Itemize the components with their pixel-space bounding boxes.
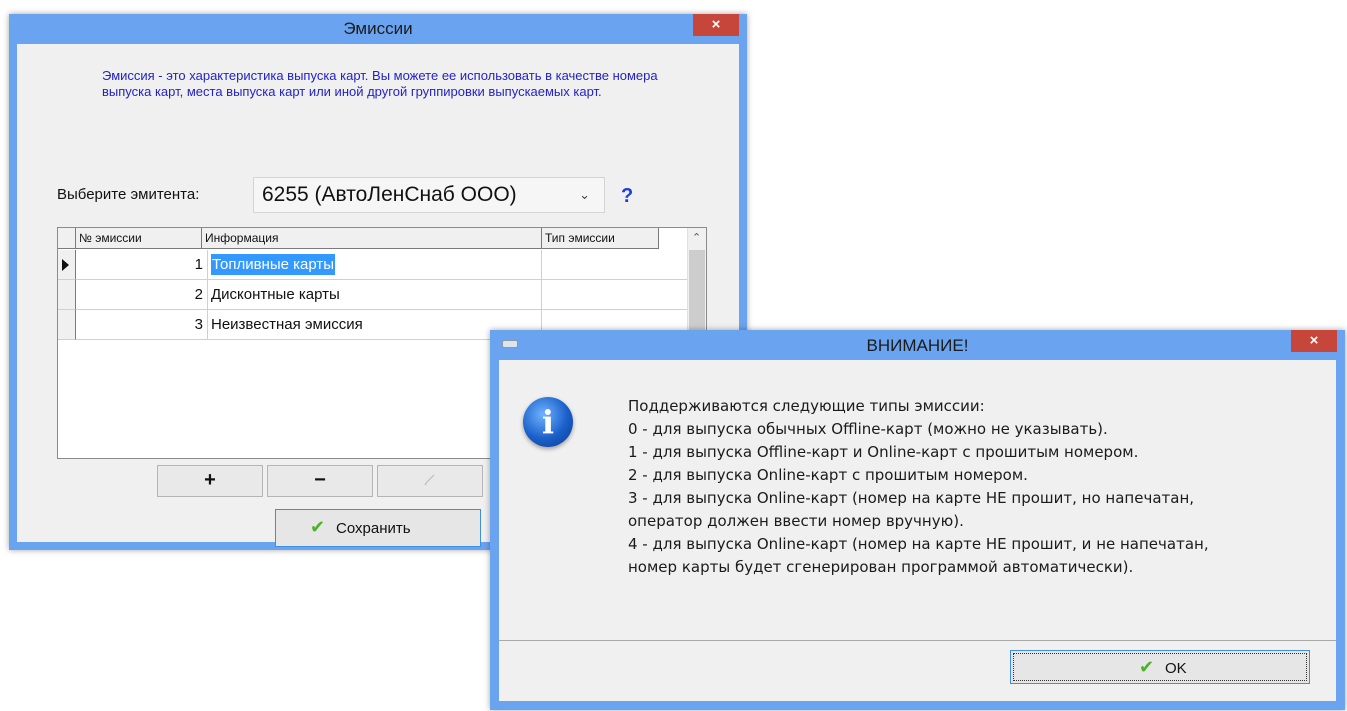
chevron-down-icon: ⌄ [579, 187, 590, 202]
column-header-number[interactable]: № эмиссии [76, 228, 202, 249]
current-row-arrow-icon [62, 259, 69, 271]
edit-button[interactable] [377, 465, 483, 497]
info-icon: i [523, 397, 573, 447]
cell-type[interactable] [542, 280, 692, 310]
column-header-type[interactable]: Тип эмиссии [542, 228, 659, 249]
grid-header: № эмиссии Информация Тип эмиссии [58, 228, 692, 250]
alert-dialog: ВНИМАНИЕ! × i Поддерживаются следующие т… [490, 330, 1345, 710]
intro-text: Эмиссия - это характеристика выпуска кар… [102, 68, 658, 99]
pencil-icon [424, 474, 435, 486]
message-line: 2 - для выпуска Online-карт с прошитым н… [628, 466, 1028, 484]
message-line: 3 - для выпуска Online-карт (номер на ка… [628, 489, 1195, 507]
alert-title: ВНИМАНИЕ! [866, 336, 969, 355]
remove-button[interactable]: − [267, 465, 373, 497]
checkmark-icon: ✔ [1139, 657, 1155, 677]
message-line: оператор должен ввести номер вручную). [628, 512, 964, 530]
alert-message: Поддерживаются следующие типы эмиссии: 0… [628, 395, 1328, 579]
cell-info[interactable]: Топливные карты [208, 250, 542, 280]
save-button[interactable]: ✔ Сохранить [275, 509, 481, 547]
cell-number[interactable]: 2 [76, 280, 208, 310]
checkmark-icon: ✔ [310, 517, 326, 537]
message-line: 1 - для выпуска Offline-карт и Online-ка… [628, 443, 1139, 461]
emitter-label: Выберите эмитента: [57, 186, 200, 203]
table-row[interactable]: 2 Дисконтные карты [58, 280, 692, 310]
scroll-up-icon[interactable]: ⌃ [692, 231, 701, 244]
emitter-select[interactable]: 6255 (АвтоЛенСнаб ООО) ⌄ [253, 177, 605, 213]
alert-close-button[interactable]: × [1291, 330, 1337, 352]
help-icon[interactable]: ? [621, 185, 633, 208]
ok-button[interactable]: ✔ OK [1010, 650, 1310, 684]
emitter-value: 6255 (АвтоЛенСнаб ООО) [262, 183, 517, 206]
message-line: номер карты будет сгенерирован программо… [628, 558, 1134, 576]
ok-button-label: OK [1165, 660, 1187, 677]
message-line: 0 - для выпуска обычных Offline-карт (мо… [628, 420, 1108, 438]
cell-type[interactable] [542, 250, 692, 280]
close-button[interactable]: × [693, 14, 739, 36]
save-button-label: Сохранить [336, 520, 411, 537]
add-button[interactable]: + [157, 465, 263, 497]
table-row[interactable]: 1 Топливные карты [58, 250, 692, 280]
alert-body: i Поддерживаются следующие типы эмиссии:… [499, 360, 1336, 701]
column-header-info[interactable]: Информация [202, 228, 542, 249]
cell-info-text[interactable]: Топливные карты [211, 254, 336, 275]
message-line: 4 - для выпуска Online-карт (номер на ка… [628, 535, 1209, 553]
window-title: Эмиссии [343, 19, 413, 38]
cell-info[interactable]: Дисконтные карты [208, 280, 542, 310]
row-indicator[interactable] [58, 310, 76, 340]
row-indicator[interactable] [58, 280, 76, 310]
message-line: Поддерживаются следующие типы эмиссии: [628, 397, 985, 415]
row-indicator[interactable] [58, 250, 76, 280]
cell-number[interactable]: 3 [76, 310, 208, 340]
header-indicator [58, 228, 76, 249]
alert-footer: ✔ OK [499, 640, 1336, 701]
cell-number[interactable]: 1 [76, 250, 208, 280]
